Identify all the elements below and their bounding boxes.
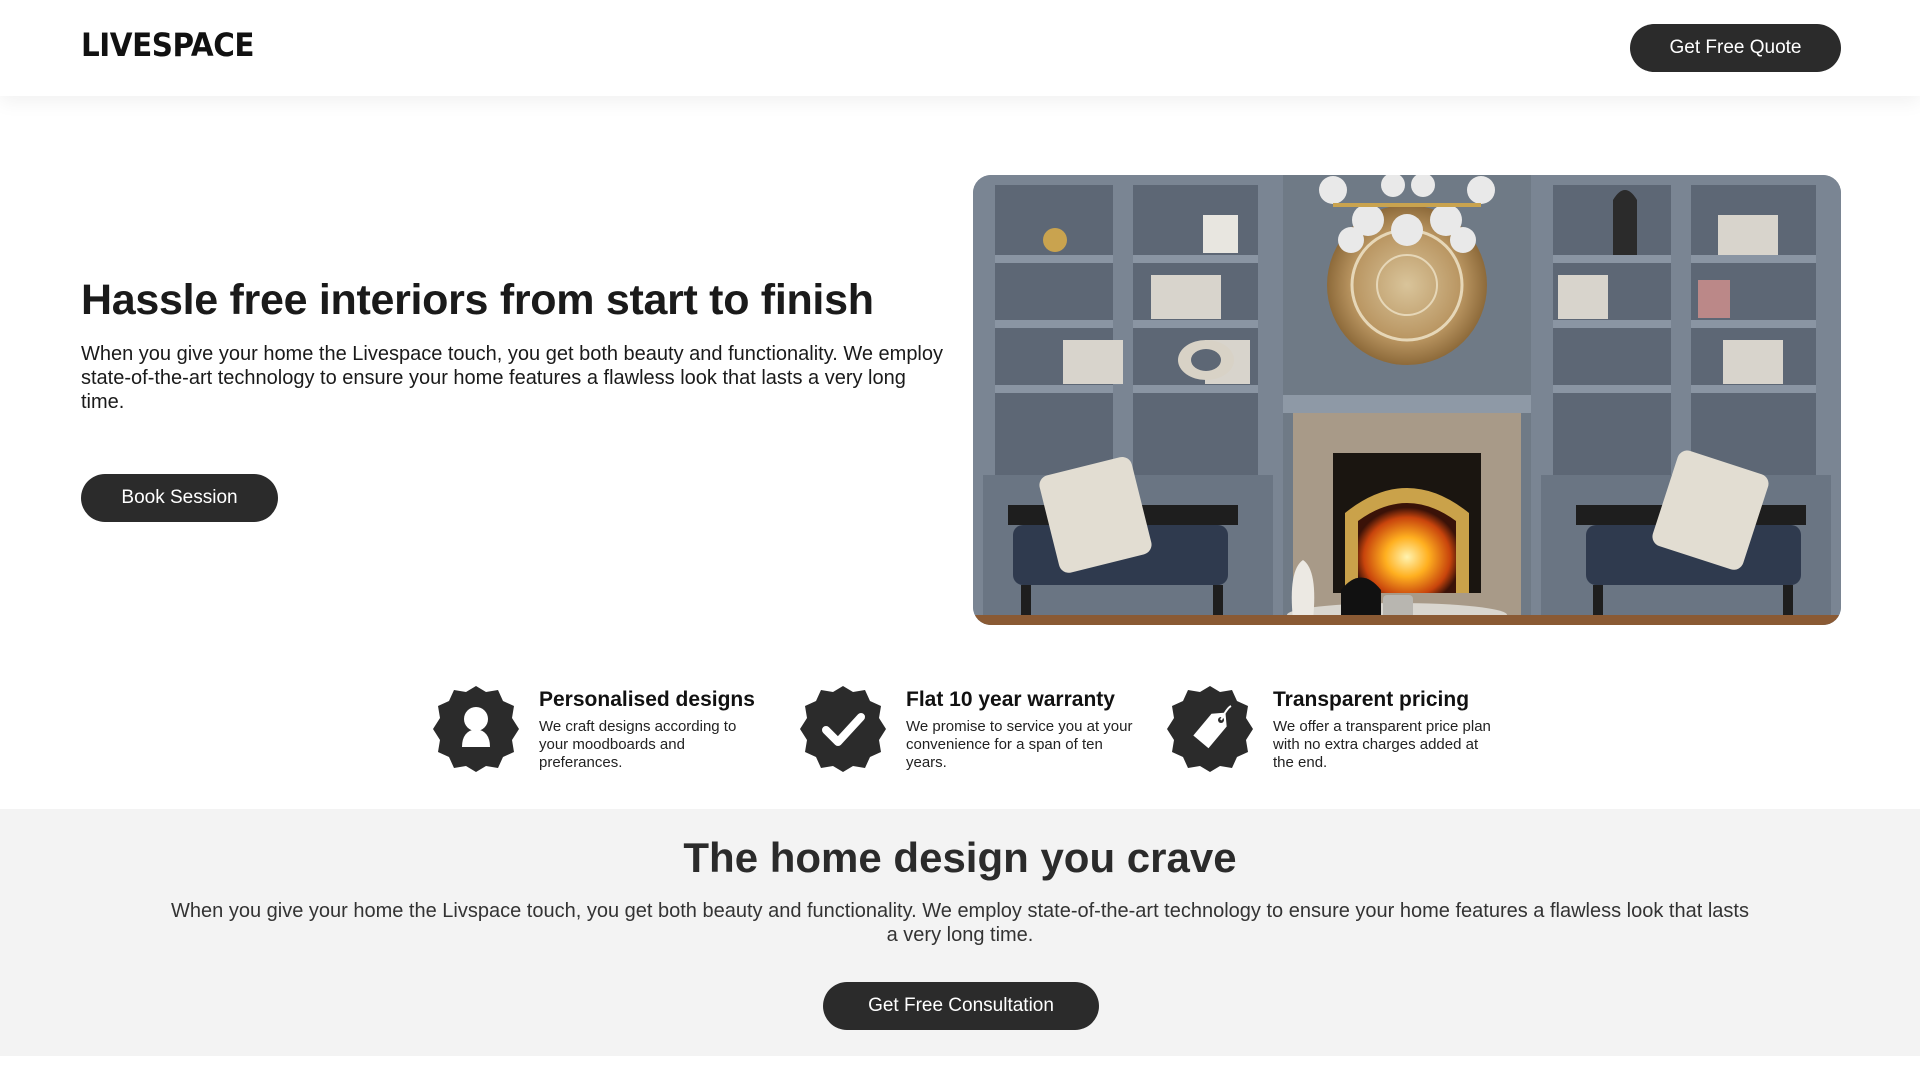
checkmark-badge-icon bbox=[798, 684, 888, 774]
person-badge-icon bbox=[431, 684, 521, 774]
feature-description: We craft designs according to your moodb… bbox=[539, 718, 737, 771]
livespace-logo[interactable]: LIVESPACE bbox=[81, 26, 255, 64]
feature-description: We offer a transparent price plan with n… bbox=[1273, 718, 1491, 771]
feature-description: We promise to service you at your conven… bbox=[906, 718, 1133, 771]
price-tag-badge-icon bbox=[1165, 684, 1255, 774]
get-free-quote-button[interactable]: Get Free Quote bbox=[1630, 24, 1841, 72]
site-header: LIVESPACE Get Free Quote bbox=[0, 0, 1920, 96]
hero-title: Hassle free interiors from start to fini… bbox=[81, 276, 874, 324]
living-room-hero-image bbox=[973, 175, 1841, 625]
book-session-button[interactable]: Book Session bbox=[81, 474, 278, 522]
feature-title: Personalised designs bbox=[539, 688, 755, 711]
section-description: When you give your home the Livspace tou… bbox=[171, 900, 1749, 946]
section-title: The home design you crave bbox=[683, 834, 1237, 881]
get-free-consultation-button[interactable]: Get Free Consultation bbox=[823, 982, 1099, 1030]
home-design-section: The home design you crave When you give … bbox=[0, 809, 1920, 1056]
hero-description: When you give your home the Livespace to… bbox=[81, 343, 944, 413]
feature-transparent-pricing: Transparent pricing We offer a transpare… bbox=[1165, 684, 1495, 774]
feature-flat-warranty: Flat 10 year warranty We promise to serv… bbox=[798, 684, 1132, 774]
feature-personalised-designs: Personalised designs We craft designs ac… bbox=[431, 684, 761, 774]
feature-title: Flat 10 year warranty bbox=[906, 688, 1115, 711]
feature-title: Transparent pricing bbox=[1273, 688, 1470, 711]
